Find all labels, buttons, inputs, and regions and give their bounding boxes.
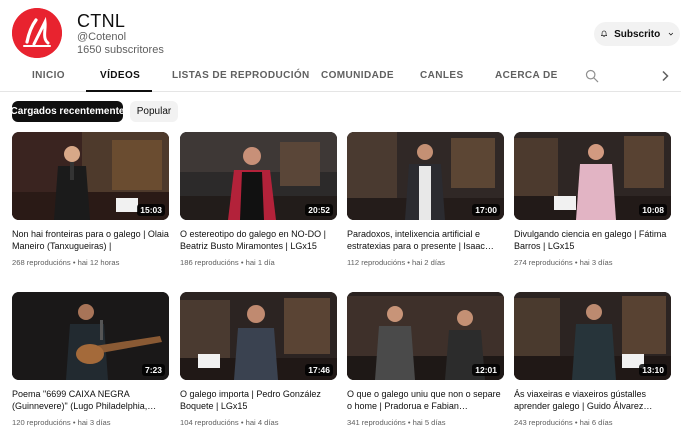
video-meta: 186 reproducións • hai 1 día: [180, 258, 275, 267]
video-meta: 341 reproducións • hai 5 días: [347, 418, 446, 427]
video-thumbnail[interactable]: 7:23: [12, 292, 169, 380]
video-title[interactable]: O galego importa | Pedro González Boquet…: [180, 388, 337, 412]
video-thumbnail[interactable]: 15:03: [12, 132, 169, 220]
active-tab-indicator: [86, 90, 152, 92]
video-title[interactable]: O que o galego uniu que non o separe o h…: [347, 388, 504, 412]
ctnl-logo-icon: [12, 8, 62, 58]
subscribed-button[interactable]: Subscrito: [594, 22, 680, 46]
video-duration: 10:08: [639, 204, 667, 216]
chevron-down-icon: [668, 32, 674, 36]
video-duration: 7:23: [141, 364, 165, 376]
video-meta: 120 reproducións • hai 3 días: [12, 418, 111, 427]
video-title[interactable]: Divulgando ciencia en galego | Fátima Ba…: [514, 228, 671, 252]
channel-name: CTNL: [77, 11, 126, 31]
video-title[interactable]: O estereotipo do galego en NO-DO | Beatr…: [180, 228, 337, 252]
chip-popular[interactable]: Popular: [130, 101, 178, 122]
tab-comunidade[interactable]: COMUNIDADE: [321, 70, 394, 81]
chevron-right-icon[interactable]: [660, 70, 670, 82]
video-thumbnail[interactable]: 20:52: [180, 132, 337, 220]
tab-videos[interactable]: VÍDEOS: [100, 70, 140, 81]
video-thumbnail[interactable]: 10:08: [514, 132, 671, 220]
video-duration: 17:46: [305, 364, 333, 376]
video-thumbnail[interactable]: 12:01: [347, 292, 504, 380]
video-meta: 104 reproducións • hai 4 días: [180, 418, 279, 427]
video-title[interactable]: Ás viaxeiras e viaxeiros gústalles apren…: [514, 388, 671, 412]
tab-canles[interactable]: CANLES: [420, 70, 464, 81]
video-duration: 15:03: [137, 204, 165, 216]
video-thumbnail[interactable]: 17:46: [180, 292, 337, 380]
video-thumbnail[interactable]: 17:00: [347, 132, 504, 220]
video-title[interactable]: Paradoxos, intelixencia artificial e est…: [347, 228, 504, 252]
video-meta: 112 reproducións • hai 2 días: [347, 258, 445, 267]
search-icon[interactable]: [585, 69, 599, 83]
video-duration: 17:00: [472, 204, 500, 216]
tab-acerca[interactable]: ACERCA DE: [495, 70, 558, 81]
channel-avatar[interactable]: [12, 8, 62, 58]
video-meta: 274 reproducións • hai 3 días: [514, 258, 613, 267]
bell-icon: [601, 30, 608, 38]
video-duration: 20:52: [305, 204, 333, 216]
chip-recent[interactable]: Cargados recentemente: [11, 101, 124, 122]
tab-listas[interactable]: LISTAS DE REPRODUCIÓN: [172, 70, 310, 81]
channel-handle: @Cotenol: [77, 31, 127, 43]
video-title[interactable]: Non hai fronteiras para o galego | Olaia…: [12, 228, 169, 252]
tab-inicio[interactable]: INICIO: [32, 70, 65, 81]
subscriber-count: 1650 subscritores: [77, 44, 164, 56]
video-thumbnail[interactable]: 13:10: [514, 292, 671, 380]
video-duration: 12:01: [472, 364, 500, 376]
channel-tabs: INICIO VÍDEOS LISTAS DE REPRODUCIÓN COMU…: [0, 62, 681, 92]
video-duration: 13:10: [639, 364, 667, 376]
video-meta: 268 reproducións • hai 12 horas: [12, 258, 120, 267]
channel-header: CTNL @Cotenol 1650 subscritores Subscrit…: [0, 0, 681, 64]
video-meta: 243 reproducións • hai 6 días: [514, 418, 613, 427]
subscribed-label: Subscrito: [614, 28, 661, 40]
video-title[interactable]: Poema "6699 CAIXA NEGRA (Guinnevere)" (L…: [12, 388, 169, 412]
